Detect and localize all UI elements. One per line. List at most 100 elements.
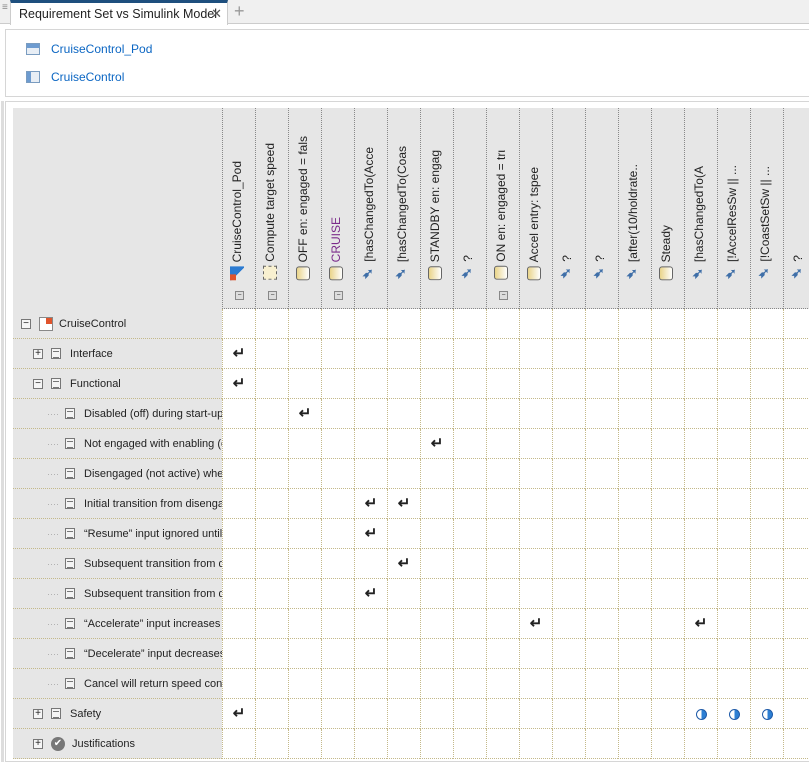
column-header[interactable]: ➶ [hasChangedTo(Acce — [354, 108, 387, 309]
matrix-cell[interactable] — [618, 519, 651, 549]
left-scrollbar[interactable] — [1, 101, 4, 762]
matrix-cell[interactable] — [387, 519, 420, 549]
row-header[interactable]: ···· Subsequent transition from d — [13, 549, 222, 579]
matrix-cell[interactable] — [552, 309, 585, 339]
matrix-cell[interactable] — [684, 519, 717, 549]
column-header[interactable]: Compute target speed − — [255, 108, 288, 309]
matrix-cell[interactable] — [354, 429, 387, 459]
matrix-cell[interactable] — [519, 309, 552, 339]
matrix-cell[interactable] — [618, 699, 651, 729]
matrix-cell[interactable] — [486, 549, 519, 579]
matrix-cell[interactable] — [585, 519, 618, 549]
expand-column-icon[interactable]: − — [499, 291, 508, 300]
matrix-cell[interactable] — [552, 549, 585, 579]
matrix-cell[interactable] — [486, 519, 519, 549]
matrix-cell[interactable] — [750, 309, 783, 339]
matrix-cell[interactable] — [453, 399, 486, 429]
matrix-cell[interactable] — [288, 609, 321, 639]
matrix-cell[interactable] — [651, 729, 684, 759]
matrix-cell[interactable] — [783, 639, 809, 669]
link-arrow-icon[interactable]: ↵ — [233, 345, 246, 362]
matrix-cell[interactable] — [783, 519, 809, 549]
matrix-cell[interactable]: ↵ — [420, 429, 453, 459]
row-header[interactable]: + ✔ Justifications — [13, 729, 222, 759]
matrix-cell[interactable] — [453, 519, 486, 549]
matrix-cell[interactable] — [618, 459, 651, 489]
matrix-cell[interactable] — [750, 459, 783, 489]
matrix-cell[interactable] — [321, 399, 354, 429]
matrix-cell[interactable] — [585, 399, 618, 429]
matrix-cell[interactable] — [255, 339, 288, 369]
matrix-cell[interactable] — [552, 339, 585, 369]
matrix-cell[interactable] — [321, 729, 354, 759]
matrix-cell[interactable] — [750, 549, 783, 579]
row-header[interactable]: ···· Cancel will return speed cont — [13, 669, 222, 699]
matrix-cell[interactable] — [519, 669, 552, 699]
matrix-cell[interactable] — [684, 369, 717, 399]
matrix-cell[interactable] — [651, 609, 684, 639]
column-header[interactable]: ➶? — [585, 108, 618, 309]
matrix-cell[interactable] — [618, 669, 651, 699]
matrix-cell[interactable] — [255, 579, 288, 609]
matrix-cell[interactable] — [354, 639, 387, 669]
matrix-cell[interactable]: ↵ — [222, 339, 255, 369]
matrix-cell[interactable] — [519, 699, 552, 729]
matrix-cell[interactable] — [420, 669, 453, 699]
matrix-cell[interactable] — [420, 339, 453, 369]
matrix-cell[interactable] — [684, 399, 717, 429]
matrix-cell[interactable] — [783, 399, 809, 429]
matrix-cell[interactable] — [453, 639, 486, 669]
matrix-cell[interactable] — [585, 669, 618, 699]
matrix-cell[interactable] — [387, 339, 420, 369]
matrix-cell[interactable] — [783, 579, 809, 609]
matrix-cell[interactable] — [321, 579, 354, 609]
matrix-cell[interactable] — [486, 699, 519, 729]
column-header[interactable]: ➶? — [783, 108, 809, 309]
matrix-cell[interactable] — [618, 399, 651, 429]
matrix-cell[interactable] — [618, 729, 651, 759]
matrix-cell[interactable] — [717, 309, 750, 339]
matrix-cell[interactable] — [288, 729, 321, 759]
matrix-cell[interactable] — [618, 579, 651, 609]
matrix-cell[interactable] — [519, 459, 552, 489]
column-header[interactable]: ➶ [hasChangedTo(Coas — [387, 108, 420, 309]
matrix-cell[interactable] — [321, 369, 354, 399]
matrix-cell[interactable] — [321, 639, 354, 669]
matrix-cell[interactable] — [585, 339, 618, 369]
matrix-cell[interactable] — [420, 609, 453, 639]
matrix-cell[interactable] — [453, 579, 486, 609]
matrix-cell[interactable] — [354, 699, 387, 729]
matrix-cell[interactable] — [453, 369, 486, 399]
matrix-cell[interactable] — [651, 339, 684, 369]
matrix-cell[interactable] — [585, 699, 618, 729]
link-arrow-icon[interactable]: ↵ — [299, 405, 312, 422]
partial-link-icon[interactable] — [728, 708, 740, 720]
add-tab-button[interactable]: + — [234, 1, 245, 22]
model-link-cruisecontrol-pod[interactable]: CruiseControl_Pod — [26, 41, 152, 57]
matrix-cell[interactable] — [783, 369, 809, 399]
matrix-cell[interactable] — [453, 429, 486, 459]
matrix-cell[interactable] — [552, 729, 585, 759]
matrix-cell[interactable] — [684, 549, 717, 579]
matrix-cell[interactable] — [387, 309, 420, 339]
matrix-cell[interactable] — [354, 729, 387, 759]
matrix-cell[interactable] — [651, 519, 684, 549]
matrix-cell[interactable] — [387, 639, 420, 669]
link-arrow-icon[interactable]: ↵ — [398, 555, 411, 572]
matrix-cell[interactable] — [387, 429, 420, 459]
collapse-icon[interactable]: − — [21, 318, 31, 329]
matrix-cell[interactable] — [255, 609, 288, 639]
matrix-cell[interactable] — [222, 669, 255, 699]
matrix-cell[interactable] — [618, 309, 651, 339]
matrix-cell[interactable] — [717, 369, 750, 399]
matrix-cell[interactable] — [585, 309, 618, 339]
matrix-cell[interactable] — [453, 669, 486, 699]
collapse-icon[interactable]: − — [33, 378, 43, 389]
matrix-cell[interactable] — [387, 369, 420, 399]
matrix-cell[interactable] — [222, 639, 255, 669]
matrix-cell[interactable] — [750, 489, 783, 519]
link-arrow-icon[interactable]: ↵ — [233, 705, 246, 722]
matrix-cell[interactable] — [519, 519, 552, 549]
matrix-cell[interactable] — [420, 489, 453, 519]
expand-column-icon[interactable]: − — [268, 291, 277, 300]
